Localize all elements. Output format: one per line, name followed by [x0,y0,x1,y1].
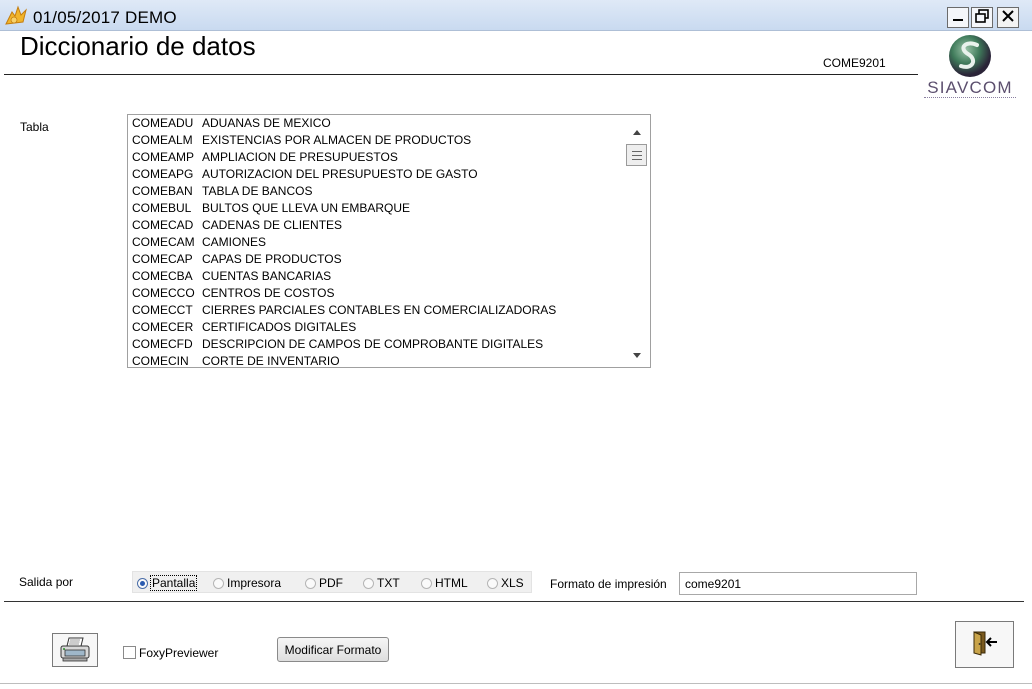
radio-dot-icon [305,577,316,589]
formato-input[interactable] [679,572,917,595]
list-item[interactable]: COMECER CERTIFICADOS DIGITALES [128,319,624,336]
logo-underline [924,97,1016,99]
window-titlebar: 01/05/2017 DEMO [0,0,1032,31]
salida-radio-group: Pantalla Impresora PDF TXT HTML XLS [132,571,532,593]
logo-text: SIAVCOM [927,78,1013,97]
app-icon[interactable] [3,4,29,28]
list-item[interactable]: COMECCT CIERRES PARCIALES CONTABLES EN CO… [128,302,624,319]
foxypreviewer-checkbox[interactable] [123,646,136,659]
tabla-list: COMEADU ADUANAS DE MEXICO COMEALM EXISTENCI… [128,115,624,368]
list-item-code: COMEALM [132,133,193,147]
list-item-code: COMEBUL [132,201,192,215]
list-item-description: CAMIONES [202,235,267,249]
list-item-description: CAPAS DE PRODUCTOS [202,252,342,266]
salida-radio-txt[interactable]: TXT [363,575,400,591]
list-item-code: COMEBAN [132,184,193,198]
list-item-code: COMECAD [132,218,194,232]
formato-label: Formato de impresión [550,577,667,591]
radio-label: XLS [501,576,524,590]
list-item-code: COMECAP [132,252,193,266]
list-item-description: CADENAS DE CLIENTES [202,218,343,232]
minimize-icon [952,10,964,25]
radio-label: HTML [435,576,468,590]
list-item-description: AUTORIZACION DEL PRESUPUESTO DE GASTO [202,167,478,181]
page-title: Diccionario de datos [20,31,256,61]
siavcom-logo: SIAVCOM [922,34,1018,102]
list-item-code: COMECBA [132,269,193,283]
salida-label: Salida por [19,575,74,589]
salida-radio-impresora[interactable]: Impresora [213,575,281,591]
radio-label: PDF [319,576,343,590]
list-item[interactable]: COMECAP CAPAS DE PRODUCTOS [128,251,624,268]
list-item-code: COMEAPG [132,167,194,181]
radio-dot-icon [363,577,374,589]
radio-label: Pantalla [149,575,198,591]
list-item-code: COMEAMP [132,150,195,164]
tabla-listbox[interactable]: COMEADU ADUANAS DE MEXICO COMEALM EXISTENCI… [127,114,651,368]
list-item-code: COMECCO [132,286,195,300]
list-item-code: COMECCT [132,303,193,317]
list-item-code: COMECER [132,320,194,334]
list-item-description: AMPLIACION DE PRESUPUESTOS [202,150,398,164]
list-item-description: CERTIFICADOS DIGITALES [202,320,357,334]
exit-door-icon [971,630,999,659]
list-item-description: BULTOS QUE LLEVA UN EMBARQUE [202,201,411,215]
radio-label: TXT [377,576,400,590]
scroll-up-icon[interactable] [632,125,642,135]
list-item-description: EXISTENCIAS POR ALMACEN DE PRODUCTOS [202,133,472,147]
foxypreviewer-label: FoxyPreviewer [139,646,219,660]
list-item[interactable]: COMECAD CADENAS DE CLIENTES [128,217,624,234]
list-item-description: CORTE DE INVENTARIO [202,354,340,368]
salida-radio-pdf[interactable]: PDF [305,575,343,591]
restore-button[interactable] [971,7,993,28]
window-title: 01/05/2017 DEMO [33,8,177,27]
list-item[interactable]: COMEAMP AMPLIACION DE PRESUPUESTOS [128,149,624,166]
list-item-description: CIERRES PARCIALES CONTABLES EN COMERCIAL… [202,303,557,317]
list-item-code: COMECFD [132,337,193,351]
exit-button[interactable] [955,621,1014,668]
list-item-code: COMEADU [132,116,194,130]
radio-dot-icon [137,577,148,589]
list-item-description: CUENTAS BANCARIAS [202,269,332,283]
tabla-label: Tabla [20,120,49,134]
list-item[interactable]: COMECAM CAMIONES [128,234,624,251]
window-bottom-border [0,683,1032,684]
modificar-formato-button[interactable]: Modificar Formato [277,637,389,662]
list-item[interactable]: COMEALM EXISTENCIAS POR ALMACEN DE PRODUC… [128,132,624,149]
restore-icon [975,9,989,26]
close-icon [1001,9,1015,26]
list-item-description: DESCRIPCION DE CAMPOS DE COMPROBANTE DIG… [202,337,544,351]
list-item-description: TABLA DE BANCOS [202,184,313,198]
list-item[interactable]: COMECBA CUENTAS BANCARIAS [128,268,624,285]
list-item-code: COMECIN [132,354,189,368]
salida-radio-xls[interactable]: XLS [487,575,524,591]
list-item-description: CENTROS DE COSTOS [202,286,335,300]
print-button[interactable] [52,633,98,667]
close-button[interactable] [997,7,1019,28]
list-scrollbar[interactable] [624,115,650,367]
list-item[interactable]: COMEBUL BULTOS QUE LLEVA UN EMBARQUE [128,200,624,217]
form-code: COME9201 [823,56,886,70]
header-divider [4,74,918,75]
printer-icon [58,636,92,665]
list-item[interactable]: COMECCO CENTROS DE COSTOS [128,285,624,302]
list-item-description: ADUANAS DE MEXICO [202,116,331,130]
list-item[interactable]: COMECIN CORTE DE INVENTARIO [128,353,624,368]
minimize-button[interactable] [947,7,969,28]
scroll-down-icon[interactable] [632,349,642,358]
radio-dot-icon [487,577,498,589]
list-item[interactable]: COMEAPG AUTORIZACION DEL PRESUPUESTO DE G… [128,166,624,183]
radio-dot-icon [421,577,432,589]
scroll-thumb[interactable] [626,144,647,166]
radio-label: Impresora [227,576,282,590]
list-item[interactable]: COMEADU ADUANAS DE MEXICO [128,115,624,132]
footer-divider [4,601,1024,602]
salida-radio-html[interactable]: HTML [421,575,468,591]
list-item-code: COMECAM [132,235,195,249]
salida-radio-pantalla[interactable]: Pantalla [137,575,198,591]
list-item[interactable]: COMEBAN TABLA DE BANCOS [128,183,624,200]
list-item[interactable]: COMECFD DESCRIPCION DE CAMPOS DE COMPROBA… [128,336,624,353]
radio-dot-icon [213,577,224,589]
